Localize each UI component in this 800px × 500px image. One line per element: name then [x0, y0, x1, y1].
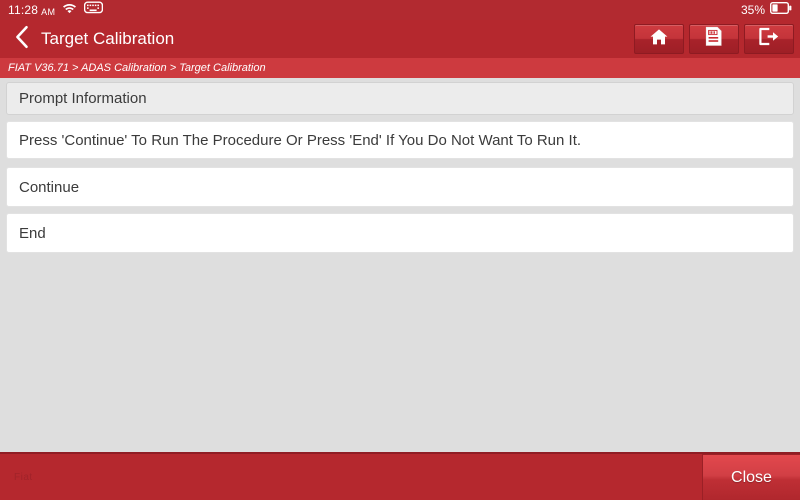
- home-button[interactable]: [634, 24, 684, 54]
- option-end-label: End: [19, 224, 46, 242]
- breadcrumb: FIAT V36.71 > ADAS Calibration > Target …: [0, 58, 800, 78]
- battery-icon: [769, 1, 792, 19]
- breadcrumb-text: FIAT V36.71 > ADAS Calibration > Target …: [8, 62, 266, 74]
- close-button-label: Close: [731, 468, 772, 486]
- system-clock: 11:28 AM: [8, 3, 56, 17]
- home-icon: [649, 28, 669, 51]
- back-button[interactable]: [8, 24, 36, 54]
- clock-ampm: AM: [41, 7, 56, 17]
- wifi-icon: [62, 1, 77, 19]
- bottom-bar: Fiat Close: [0, 452, 800, 500]
- application-window: 11:28 AM 35% Target Calibration FIAT V36…: [0, 0, 800, 500]
- exit-button[interactable]: [744, 24, 794, 54]
- report-icon: [704, 26, 724, 52]
- clock-time: 11:28: [8, 3, 39, 17]
- prompt-message-row: Press 'Continue' To Run The Procedure Or…: [6, 121, 794, 159]
- prompt-message-text: Press 'Continue' To Run The Procedure Or…: [19, 131, 582, 149]
- exit-icon: [758, 27, 780, 51]
- title-bar: Target Calibration: [0, 20, 800, 58]
- status-bar-left: 11:28 AM: [8, 1, 104, 19]
- page-title: Target Calibration: [41, 29, 175, 48]
- status-bar: 11:28 AM 35%: [0, 0, 800, 20]
- chevron-left-icon: [14, 25, 30, 54]
- close-button[interactable]: Close: [702, 454, 800, 500]
- main-content: Prompt Information Press 'Continue' To R…: [0, 78, 800, 452]
- prompt-information-header: Prompt Information: [6, 82, 794, 115]
- option-continue-label: Continue: [19, 178, 80, 196]
- section-header-label: Prompt Information: [19, 90, 147, 107]
- keyboard-icon: [84, 1, 104, 19]
- title-bar-actions: [634, 24, 794, 54]
- option-end[interactable]: End: [6, 213, 794, 253]
- brand-watermark: Fiat: [14, 471, 33, 483]
- status-bar-right: 35%: [741, 1, 792, 19]
- battery-percent-label: 35%: [740, 3, 765, 17]
- report-button[interactable]: [689, 24, 739, 54]
- option-continue[interactable]: Continue: [6, 167, 794, 207]
